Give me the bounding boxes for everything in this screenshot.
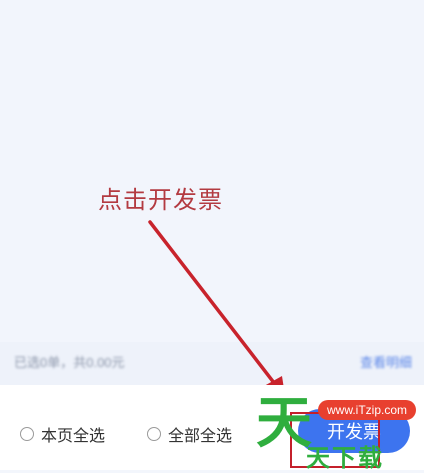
select-page-label: 本页全选 [41,428,106,445]
select-page-option[interactable]: 本页全选 [20,422,105,446]
watermark-logo: 天 [256,391,312,456]
watermark-url-badge: www.iTzip.com [318,400,417,420]
radio-unchecked-icon[interactable] [20,427,34,441]
select-all-option[interactable]: 全部全选 [147,422,232,446]
arrow-shaft [148,220,280,390]
watermark-text: 天下载 [306,445,384,472]
radio-unchecked-icon[interactable] [147,427,161,441]
select-all-label: 全部全选 [168,428,233,445]
